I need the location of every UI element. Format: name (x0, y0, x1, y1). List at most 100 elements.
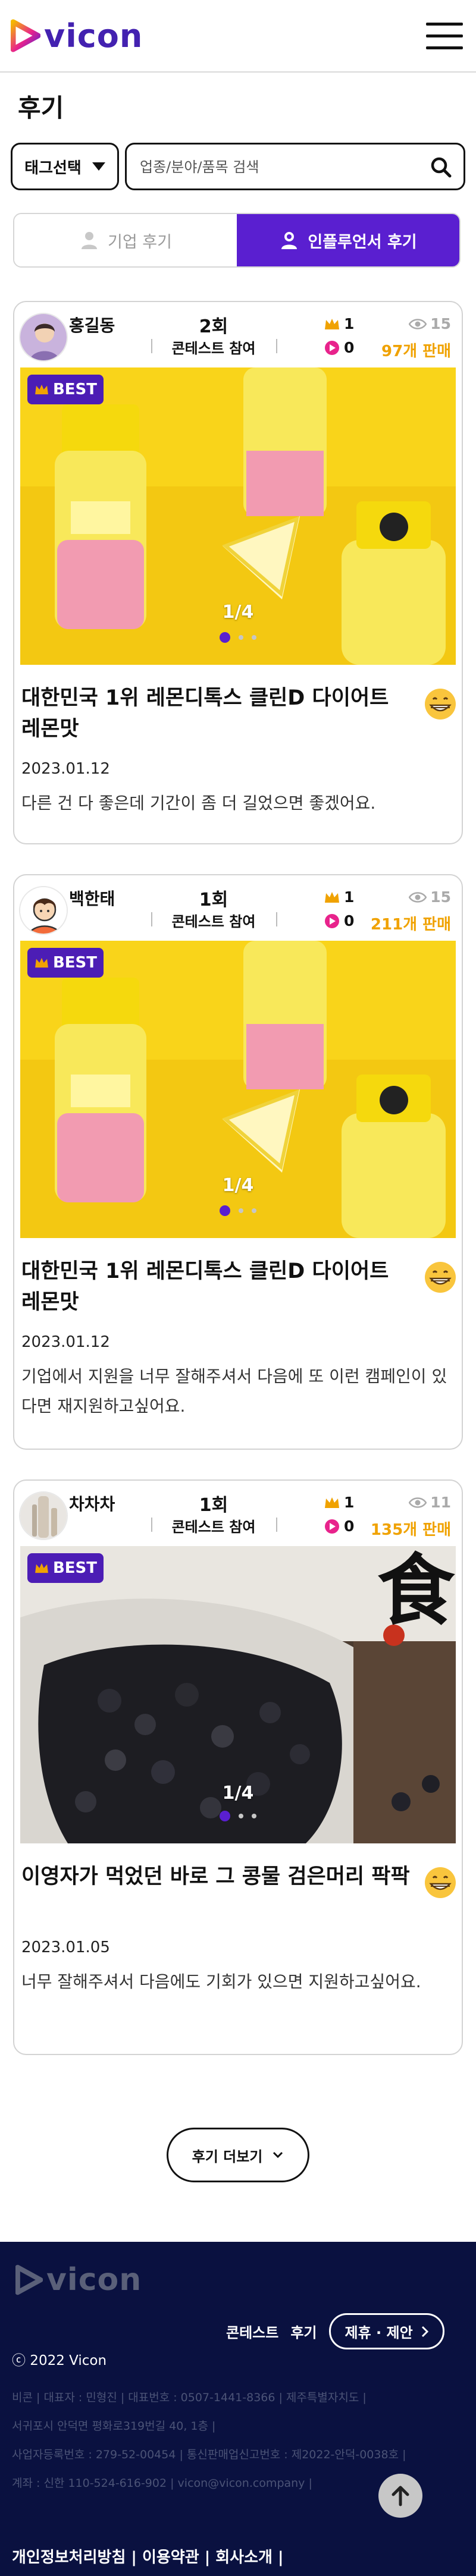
review-card-header: 백한태 1회 콘테스트 참여 1 0 15 211개 판매 (14, 875, 462, 941)
review-image[interactable]: 食 BEST 1/4 (20, 1546, 456, 1843)
sold-count: 211개 판매 (370, 916, 451, 934)
username: 차차차 (69, 1494, 115, 1514)
play-stat: 0 (324, 912, 354, 929)
chevron-down-icon (273, 2151, 283, 2159)
review-body: 다른 건 다 좋은데 기간이 좀 더 길었으면 좋겠어요. (21, 793, 376, 813)
tab-influencer-review-label: 인플루언서 후기 (308, 233, 417, 252)
review-title[interactable]: 대한민국 1위 레몬디톡스 클린D 다이어트 레몬맛 (21, 683, 414, 744)
review-date: 2023.01.12 (21, 1333, 110, 1351)
grin-emoji-icon (425, 689, 456, 720)
crown-count: 1 (344, 1494, 355, 1511)
crown-stat: 1 (324, 888, 354, 906)
footer-link-contest[interactable]: 콘테스트 (226, 2321, 278, 2342)
company-info-line: 서귀포시 안덕면 평화로319번길 40, 1층 | (12, 2420, 216, 2433)
company-info: 비콘 | 대표자 : 민형진 | 대표번호 : 0507-1441-8366 |… (12, 2383, 428, 2498)
footer-logo-wordmark: vicon (46, 2262, 142, 2298)
contest-label: 콘테스트 참여 (171, 340, 256, 357)
contest-label: 콘테스트 참여 (171, 913, 256, 930)
best-badge: BEST (27, 375, 104, 404)
crown-stat: 1 (324, 1494, 354, 1511)
crown-icon (325, 1497, 339, 1508)
footer-policy-links[interactable]: 개인정보처리방침 | 이용약관 | 회사소개 | (12, 2545, 283, 2567)
footer-nav: 콘테스트 후기 제휴 · 제안 (226, 2313, 444, 2349)
view-count: 15 (409, 888, 451, 906)
carousel-dot[interactable] (252, 635, 256, 640)
tag-select-dropdown[interactable]: 태그선택 (11, 143, 119, 190)
carousel-dot[interactable] (220, 1205, 230, 1216)
review-title[interactable]: 이영자가 먹었던 바로 그 콩물 검은머리 팍팍 (21, 1861, 414, 1892)
vicon-logo[interactable]: vicon (11, 17, 143, 55)
review-card[interactable]: 백한태 1회 콘테스트 참여 1 0 15 211개 판매 BEST 1/4 대… (13, 874, 463, 1450)
crown-stat: 1 (324, 315, 354, 332)
carousel-dots[interactable] (20, 632, 456, 643)
carousel-dot[interactable] (239, 635, 243, 640)
review-card[interactable]: 차차차 1회 콘테스트 참여 1 0 11 135개 판매 食 BEST 1/4… (13, 1479, 463, 2055)
vicon-logo-mark-icon (11, 19, 40, 52)
review-date: 2023.01.12 (21, 760, 110, 778)
load-more-reviews-button[interactable]: 후기 더보기 (167, 2128, 309, 2182)
carousel-dot[interactable] (220, 1811, 230, 1821)
load-more-label: 후기 더보기 (192, 2148, 263, 2165)
copyright: ⓒ 2022 Vicon (12, 2353, 107, 2368)
carousel-dot[interactable] (252, 1208, 256, 1213)
username: 백한태 (69, 889, 115, 909)
review-title[interactable]: 대한민국 1위 레몬디톡스 클린D 다이어트 레몬맛 (21, 1256, 414, 1318)
site-footer: vicon 콘테스트 후기 제휴 · 제안 ⓒ 2022 Vicon 비콘 | … (0, 2242, 476, 2576)
carousel-dots[interactable] (20, 1205, 456, 1216)
play-count: 0 (344, 1518, 355, 1535)
company-info-line: 계좌 : 신한 110-524-616-902 | vicon@vicon.co… (12, 2477, 312, 2490)
play-count: 0 (344, 912, 355, 929)
play-stat: 0 (324, 339, 354, 356)
scroll-to-top-button[interactable] (378, 2474, 422, 2518)
search-input[interactable] (140, 155, 419, 179)
review-image[interactable]: BEST 1/4 (20, 941, 456, 1238)
company-info-line: 사업자등록번호 : 279-52-00454 | 통신판매업신고번호 : 제20… (12, 2448, 406, 2461)
influencer-icon (281, 232, 298, 249)
eye-icon (409, 1497, 427, 1508)
arrow-up-icon (392, 2486, 409, 2506)
sold-count: 97개 판매 (381, 343, 451, 360)
eye-icon (409, 891, 427, 903)
footer-link-review[interactable]: 후기 (290, 2321, 317, 2342)
crown-icon (35, 957, 48, 968)
review-type-tabs: 기업 후기 인플루언서 후기 (13, 213, 461, 268)
avatar (19, 1491, 68, 1540)
carousel-dot[interactable] (252, 1814, 256, 1818)
partner-proposal-label: 제휴 · 제안 (345, 2324, 413, 2341)
play-icon (325, 913, 339, 928)
carousel-dot[interactable] (239, 1208, 243, 1213)
tab-company-review[interactable]: 기업 후기 (14, 214, 237, 266)
contest-count: 2회 (199, 316, 228, 337)
search-icon[interactable] (429, 155, 453, 179)
top-header: vicon (0, 0, 476, 73)
tab-influencer-review[interactable]: 인플루언서 후기 (237, 214, 459, 266)
image-counter: 1/4 (222, 602, 254, 623)
carousel-dot[interactable] (220, 632, 230, 643)
review-card-header: 차차차 1회 콘테스트 참여 1 0 11 135개 판매 (14, 1481, 462, 1546)
view-count: 15 (409, 315, 451, 332)
menu-hamburger-icon[interactable] (426, 23, 463, 50)
carousel-dots[interactable] (20, 1811, 456, 1821)
footer-logo[interactable]: vicon (15, 2262, 142, 2298)
review-date: 2023.01.05 (21, 1939, 110, 1956)
crown-icon (35, 384, 48, 395)
review-card[interactable]: 홍길동 2회 콘테스트 참여 1 0 15 97개 판매 BEST 1/4 대한… (13, 301, 463, 844)
contest-label: 콘테스트 참여 (171, 1519, 256, 1535)
review-image[interactable]: BEST 1/4 (20, 367, 456, 665)
best-badge: BEST (27, 1553, 104, 1583)
play-icon (325, 1519, 339, 1534)
user-icon (82, 232, 98, 249)
avatar (19, 886, 68, 935)
play-icon (325, 340, 339, 355)
partner-proposal-button[interactable]: 제휴 · 제안 (328, 2313, 444, 2349)
sold-count: 135개 판매 (370, 1521, 451, 1539)
crown-icon (35, 1563, 48, 1573)
carousel-dot[interactable] (239, 1814, 243, 1818)
crown-count: 1 (344, 888, 355, 906)
vicon-logo-mark-icon (15, 2264, 43, 2295)
review-body: 너무 잘해주셔서 다음에도 기회가 있으면 지원하고싶어요. (21, 1972, 421, 1991)
tab-company-review-label: 기업 후기 (108, 233, 172, 252)
review-card-header: 홍길동 2회 콘테스트 참여 1 0 15 97개 판매 (14, 302, 462, 367)
play-stat: 0 (324, 1518, 354, 1535)
logo-wordmark: vicon (44, 17, 143, 55)
